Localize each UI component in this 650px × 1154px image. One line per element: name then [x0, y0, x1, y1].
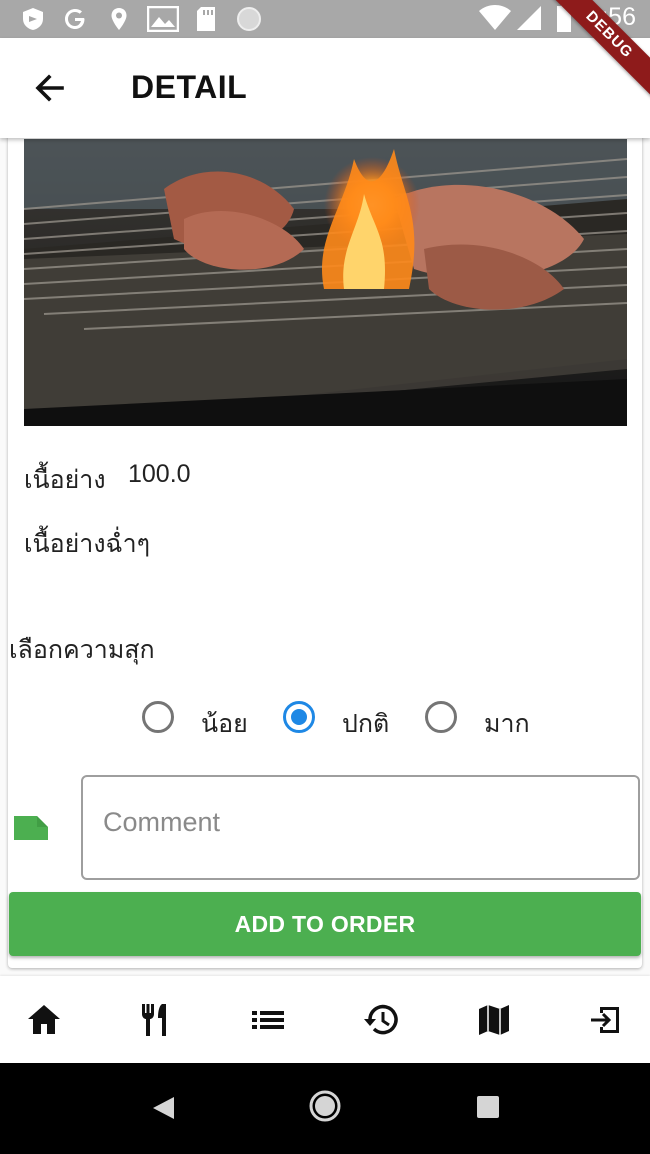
add-to-order-button[interactable]: ADD TO ORDER [9, 892, 641, 956]
radio-label-normal[interactable]: ปกติ [342, 704, 389, 744]
app-bar: DETAIL [0, 38, 650, 138]
restaurant-icon [142, 1004, 166, 1036]
radio-little[interactable] [142, 701, 174, 733]
google-icon [65, 9, 85, 29]
home-circle-icon[interactable] [308, 1089, 342, 1123]
nav-map[interactable] [476, 1002, 512, 1038]
back-triangle-icon[interactable] [150, 1095, 176, 1121]
item-price: 100.0 [128, 460, 191, 488]
sd-card-icon [197, 7, 215, 31]
nav-menu[interactable] [138, 1002, 174, 1038]
note-icon [14, 816, 48, 840]
nav-exit[interactable] [588, 1002, 624, 1038]
comment-input[interactable] [103, 807, 623, 838]
signal-icon [517, 6, 541, 30]
screen: 8:56 DEBUG DETAIL เนื้อย่าง 100.0 เนื้อย… [0, 0, 650, 1154]
circle-icon [237, 7, 261, 31]
status-bar: 8:56 [0, 0, 650, 38]
exit-icon [591, 1007, 619, 1033]
back-button[interactable] [30, 70, 70, 106]
doneness-label: เลือกความสุก [9, 636, 155, 664]
nav-home[interactable] [26, 1002, 62, 1038]
radio-normal[interactable] [283, 701, 315, 733]
shield-icon [23, 8, 43, 30]
nav-history[interactable] [362, 1002, 398, 1038]
system-navigation-bar [0, 1063, 650, 1154]
list-icon [252, 1011, 284, 1029]
bottom-navigation [0, 976, 650, 1063]
radio-label-little[interactable]: น้อย [201, 704, 248, 744]
comment-field[interactable] [81, 775, 640, 880]
page-title: DETAIL [131, 69, 248, 105]
nav-list[interactable] [250, 1002, 286, 1038]
food-image [24, 139, 627, 426]
arrow-back-icon [35, 74, 64, 102]
photo-icon [147, 6, 179, 32]
history-icon [364, 1004, 398, 1035]
location-icon [111, 8, 127, 30]
recents-square-icon[interactable] [476, 1095, 500, 1119]
home-icon [28, 1005, 60, 1034]
wifi-icon [479, 5, 511, 30]
radio-label-much[interactable]: มาก [484, 704, 530, 744]
map-icon [479, 1005, 509, 1035]
item-description: เนื้อย่างฉ่ำๆ [24, 530, 151, 558]
radio-much[interactable] [425, 701, 457, 733]
item-name: เนื้อย่าง [24, 466, 106, 494]
